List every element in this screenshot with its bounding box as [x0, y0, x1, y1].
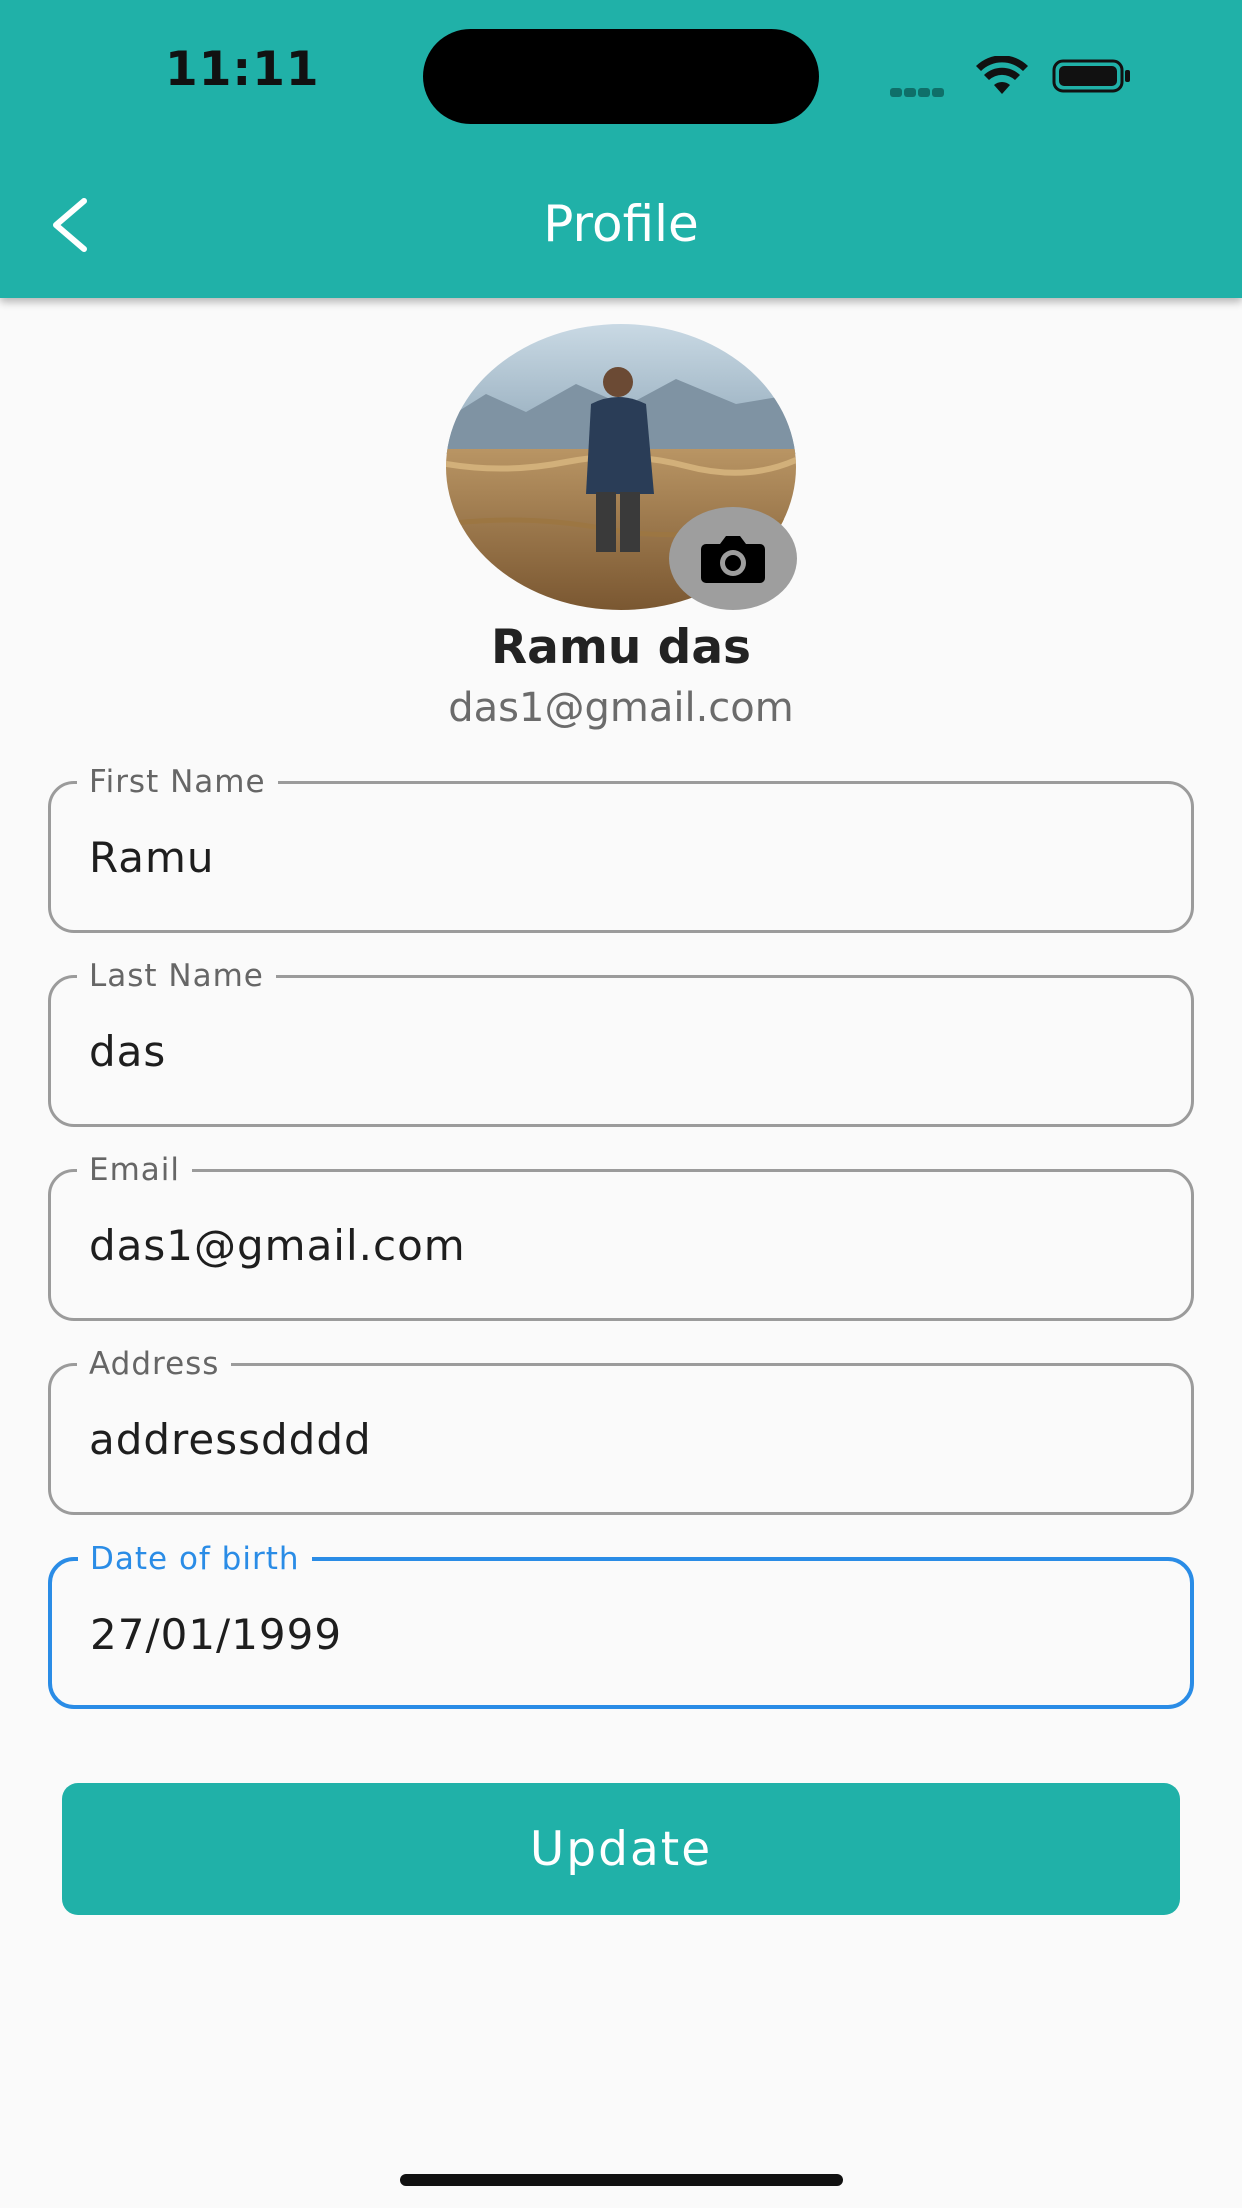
first-name-label: First Name [77, 762, 278, 802]
home-indicator[interactable] [400, 2174, 843, 2186]
app-bar: 11:11 Profile [0, 0, 1242, 298]
change-photo-button[interactable] [669, 507, 797, 610]
first-name-field: First Name [48, 762, 1194, 933]
email-input[interactable] [89, 1212, 1149, 1278]
date-of-birth-field: Date of birth [48, 1539, 1194, 1709]
email-field: Email [48, 1150, 1194, 1321]
wifi-icon [976, 56, 1028, 94]
profile-email: das1@gmail.com [448, 685, 794, 731]
date-of-birth-input[interactable] [90, 1601, 1150, 1667]
page-title: Profile [543, 195, 699, 253]
last-name-label: Last Name [77, 956, 276, 996]
date-of-birth-label: Date of birth [78, 1539, 312, 1579]
first-name-input[interactable] [89, 824, 1149, 890]
update-button[interactable]: Update [62, 1783, 1180, 1915]
cellular-signal-icon [890, 82, 954, 97]
address-label: Address [77, 1344, 232, 1384]
status-time: 11:11 [165, 42, 320, 97]
address-field: Address [48, 1344, 1194, 1515]
avatar-container [446, 324, 797, 610]
last-name-input[interactable] [89, 1018, 1149, 1084]
dynamic-island [423, 29, 819, 124]
battery-icon [1052, 59, 1130, 93]
email-label: Email [77, 1150, 193, 1190]
last-name-field: Last Name [48, 956, 1194, 1127]
address-input[interactable] [89, 1406, 1149, 1472]
profile-name: Ramu das [490, 620, 752, 675]
camera-icon [701, 535, 765, 583]
